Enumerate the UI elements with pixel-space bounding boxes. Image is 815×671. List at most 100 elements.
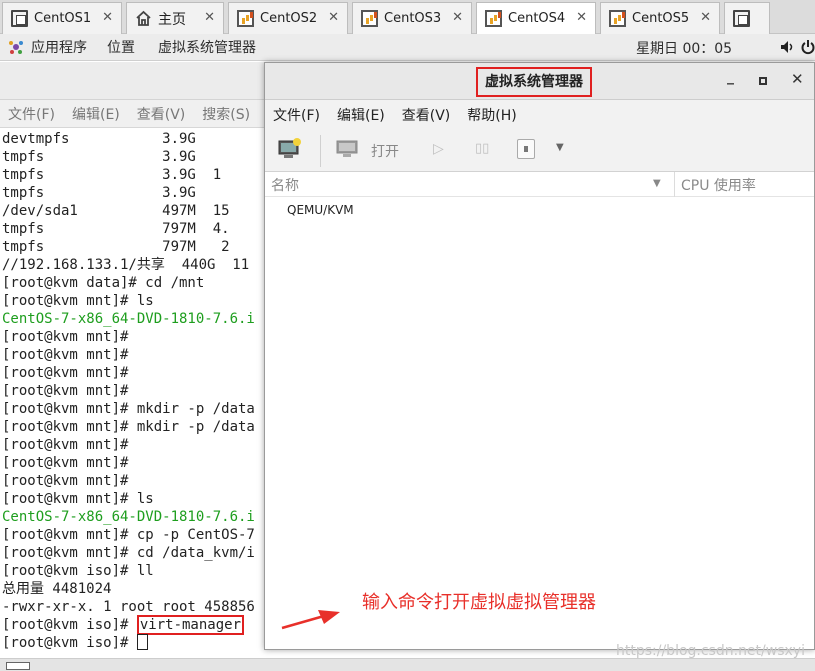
terminal-line: /dev/sda1 497M 15 xyxy=(2,203,230,219)
workspace-indicator[interactable] xyxy=(6,662,30,670)
minimize-icon[interactable]: _ xyxy=(727,69,734,85)
tab-centos5[interactable]: CentOS5 ✕ xyxy=(600,2,720,34)
terminal-line-current[interactable]: [root@kvm iso]# xyxy=(2,634,255,652)
close-icon[interactable]: ✕ xyxy=(204,10,215,25)
host-tab-bar: CentOS1 ✕ 主页 ✕ CentOS2 ✕ CentOS3 ✕ CentO… xyxy=(0,0,815,34)
terminal-line: [root@kvm mnt]# cp -p CentOS-7 xyxy=(2,527,255,543)
annotation-arrow-icon xyxy=(281,610,340,630)
chevron-down-icon[interactable]: ▼ xyxy=(556,142,564,153)
new-vm-icon[interactable] xyxy=(278,138,302,160)
column-divider[interactable] xyxy=(674,172,675,197)
tab-label: 主页 xyxy=(158,11,186,28)
terminal-line: [root@kvm mnt]# mkdir -p /data xyxy=(2,401,255,417)
open-console-icon[interactable] xyxy=(336,140,358,158)
terminal-line: tmpfs 3.9G 1 xyxy=(2,167,222,183)
vm-list-header: 名称 ▼ CPU 使用率 xyxy=(265,172,814,197)
terminal-line: [root@kvm mnt]# xyxy=(2,365,129,381)
close-icon[interactable]: ✕ xyxy=(328,10,339,25)
highlighted-command: virt-manager xyxy=(136,615,245,635)
terminal-line: [root@kvm mnt]# cd /data_kvm/i xyxy=(2,545,255,561)
tab-label: CentOS4 xyxy=(508,11,566,26)
terminal-line: [root@kvm mnt]# xyxy=(2,347,129,363)
tab-label: CentOS3 xyxy=(384,11,442,26)
clock[interactable]: 星期日 00：05 xyxy=(636,38,732,58)
vm-icon xyxy=(609,10,626,27)
close-icon[interactable]: ✕ xyxy=(452,10,463,25)
applications-icon xyxy=(9,41,23,54)
tab-label: CentOS1 xyxy=(34,11,92,26)
terminal-line: //192.168.133.1/共享 440G 11 xyxy=(2,257,250,273)
virt-manager-app-menu[interactable]: 虚拟系统管理器 xyxy=(158,37,256,57)
applications-label: 应用程序 xyxy=(31,40,87,56)
virt-manager-toolbar: 打开 ▷ ▯▯ ▼ xyxy=(265,130,814,172)
shutdown-icon[interactable] xyxy=(517,139,535,159)
power-icon[interactable] xyxy=(801,39,815,55)
window-icon xyxy=(733,10,750,27)
run-icon[interactable]: ▷ xyxy=(433,141,444,157)
close-icon[interactable]: ✕ xyxy=(102,10,113,25)
terminal-line: [root@kvm mnt]# xyxy=(2,455,129,471)
connection-row[interactable]: QEMU/KVM xyxy=(287,203,354,217)
tab-centos1[interactable]: CentOS1 ✕ xyxy=(2,2,122,34)
tab-new[interactable] xyxy=(724,2,770,34)
toolbar-separator xyxy=(320,135,321,167)
tab-centos4[interactable]: CentOS4 ✕ xyxy=(476,2,596,34)
close-icon[interactable]: ✕ xyxy=(576,10,587,25)
terminal-line: devtmpfs 3.9G xyxy=(2,131,196,147)
menu-edit[interactable]: 编辑(E) xyxy=(337,105,385,125)
close-icon[interactable]: ✕ xyxy=(791,70,804,88)
maximize-icon[interactable] xyxy=(759,77,767,85)
tab-home[interactable]: 主页 ✕ xyxy=(126,2,224,34)
watermark: https://blog.csdn.net/wsxyi xyxy=(616,643,805,659)
volume-icon[interactable] xyxy=(779,39,795,55)
prompt: [root@kvm iso]# xyxy=(2,617,137,633)
column-cpu-usage[interactable]: CPU 使用率 xyxy=(681,175,756,195)
terminal-menu-edit[interactable]: 编辑(E) xyxy=(72,104,120,124)
terminal-line: 总用量 4481024 xyxy=(2,581,112,597)
terminal-line: [root@kvm iso]# ll xyxy=(2,563,154,579)
terminal-line: [root@kvm mnt]# xyxy=(2,329,129,345)
terminal-menu-view[interactable]: 查看(V) xyxy=(137,104,186,124)
pause-icon[interactable]: ▯▯ xyxy=(475,141,489,156)
menu-file[interactable]: 文件(F) xyxy=(273,105,320,125)
virt-manager-menubar: 文件(F) 编辑(E) 查看(V) 帮助(H) xyxy=(265,100,814,130)
terminal-line: CentOS-7-x86_64-DVD-1810-7.6.i xyxy=(2,509,255,525)
terminal-line: [root@kvm mnt]# ls xyxy=(2,491,154,507)
menu-help[interactable]: 帮助(H) xyxy=(467,105,516,125)
applications-menu[interactable]: 应用程序 xyxy=(8,37,87,57)
tab-centos3[interactable]: CentOS3 ✕ xyxy=(352,2,472,34)
prompt: [root@kvm iso]# xyxy=(2,635,137,651)
window-title: 虚拟系统管理器 xyxy=(476,67,592,97)
virt-manager-titlebar[interactable]: 虚拟系统管理器 _ ✕ xyxy=(265,63,814,100)
tab-centos2[interactable]: CentOS2 ✕ xyxy=(228,2,348,34)
vm-icon xyxy=(361,10,378,27)
text-cursor xyxy=(136,634,148,650)
top-panel: 应用程序 位置 虚拟系统管理器 星期日 00：05 xyxy=(0,34,815,61)
terminal-line: [root@kvm mnt]# ls xyxy=(2,293,154,309)
virt-manager-window[interactable]: 虚拟系统管理器 _ ✕ 文件(F) 编辑(E) 查看(V) 帮助(H) 打开 ▷… xyxy=(264,62,815,650)
window-icon xyxy=(11,10,28,27)
terminal-line: -rwxr-xr-x. 1 root root 458856 xyxy=(2,599,255,615)
home-icon xyxy=(136,10,151,26)
annotation-text: 输入命令打开虚拟虚拟管理器 xyxy=(362,592,596,613)
terminal-menu-search[interactable]: 搜索(S) xyxy=(202,104,250,124)
terminal-output[interactable]: devtmpfs 3.9G tmpfs 3.9G tmpfs 3.9G 1 tmpfs… xyxy=(2,130,255,652)
host-status-strip xyxy=(0,658,815,671)
open-button-label[interactable]: 打开 xyxy=(371,141,399,161)
terminal-line-command: [root@kvm iso]# virt-manager xyxy=(2,615,255,635)
close-icon[interactable]: ✕ xyxy=(700,10,711,25)
menu-view[interactable]: 查看(V) xyxy=(402,105,451,125)
terminal-line: tmpfs 3.9G xyxy=(2,185,196,201)
sort-down-icon[interactable]: ▼ xyxy=(653,178,661,189)
terminal-menu-file[interactable]: 文件(F) xyxy=(8,104,55,124)
terminal-line: [root@kvm data]# cd /mnt xyxy=(2,275,205,291)
vm-icon xyxy=(237,10,254,27)
places-menu[interactable]: 位置 xyxy=(107,37,135,57)
terminal-line: tmpfs 797M 4. xyxy=(2,221,230,237)
vm-icon xyxy=(485,10,502,27)
column-name[interactable]: 名称 xyxy=(271,175,299,195)
tab-label: CentOS5 xyxy=(632,11,690,26)
tab-label: CentOS2 xyxy=(260,11,318,26)
terminal-line: [root@kvm mnt]# xyxy=(2,437,129,453)
terminal-line: [root@kvm mnt]# xyxy=(2,473,129,489)
